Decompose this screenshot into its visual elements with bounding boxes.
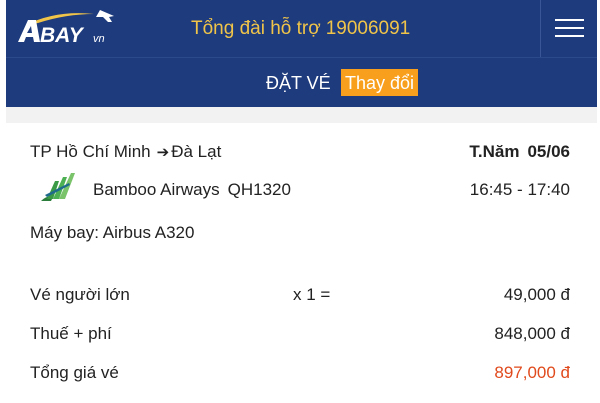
hamburger-menu-icon[interactable] (540, 0, 597, 57)
flight-date: T.Năm 05/06 (469, 142, 570, 162)
page: BAY vn Tổng đài hỗ trợ 19006091 ĐẶT VÉ Th… (6, 0, 597, 403)
hotline[interactable]: Tổng đài hỗ trợ 19006091 (191, 18, 410, 40)
flight-time: 16:45 - 17:40 (469, 180, 570, 199)
tax-fee-amount: 848,000 đ (494, 324, 570, 343)
hotline-number[interactable]: 19006091 (326, 18, 411, 39)
adult-fare-amount: 49,000 đ (503, 285, 570, 304)
booking-title: ĐẶT VÉ (266, 73, 331, 93)
change-button[interactable]: Thay đổi (341, 69, 419, 96)
flight-summary-card: TP Hồ Chí Minh ➔ Đà Lạt T.Năm 05/06 Bamboo … (6, 123, 597, 403)
total-price-label: Tổng giá vé (30, 363, 119, 382)
bamboo-airways-logo (41, 173, 75, 201)
logo-suffix: vn (93, 33, 105, 45)
adult-quantity: x 1 = (293, 285, 331, 304)
logo-text: BAY (40, 24, 85, 46)
flight-code: QH1320 (227, 180, 291, 199)
abay-logo[interactable]: BAY vn (16, 8, 136, 46)
adult-fare-label: Vé người lớn (30, 285, 130, 304)
flight-date-value: 05/06 (527, 142, 570, 161)
route: TP Hồ Chí Minh ➔ Đà Lạt (30, 142, 221, 162)
aircraft-type: Máy bay: Airbus A320 (30, 223, 195, 242)
destination: Đà Lạt (171, 142, 222, 161)
airline-name: Bamboo Airways (93, 180, 220, 199)
origin: TP Hồ Chí Minh (30, 142, 151, 161)
booking-bar: ĐẶT VÉ Thay đổi (6, 57, 597, 107)
top-header: BAY vn Tổng đài hỗ trợ 19006091 (6, 0, 597, 57)
airline-info: Bamboo Airways QH1320 (93, 180, 291, 200)
tax-fee-label: Thuế + phí (30, 324, 112, 343)
flight-day: T.Năm (469, 142, 520, 161)
arrow-right-icon: ➔ (156, 144, 170, 161)
hotline-label: Tổng đài hỗ trợ (191, 18, 321, 39)
total-price-amount: 897,000 đ (494, 363, 570, 382)
